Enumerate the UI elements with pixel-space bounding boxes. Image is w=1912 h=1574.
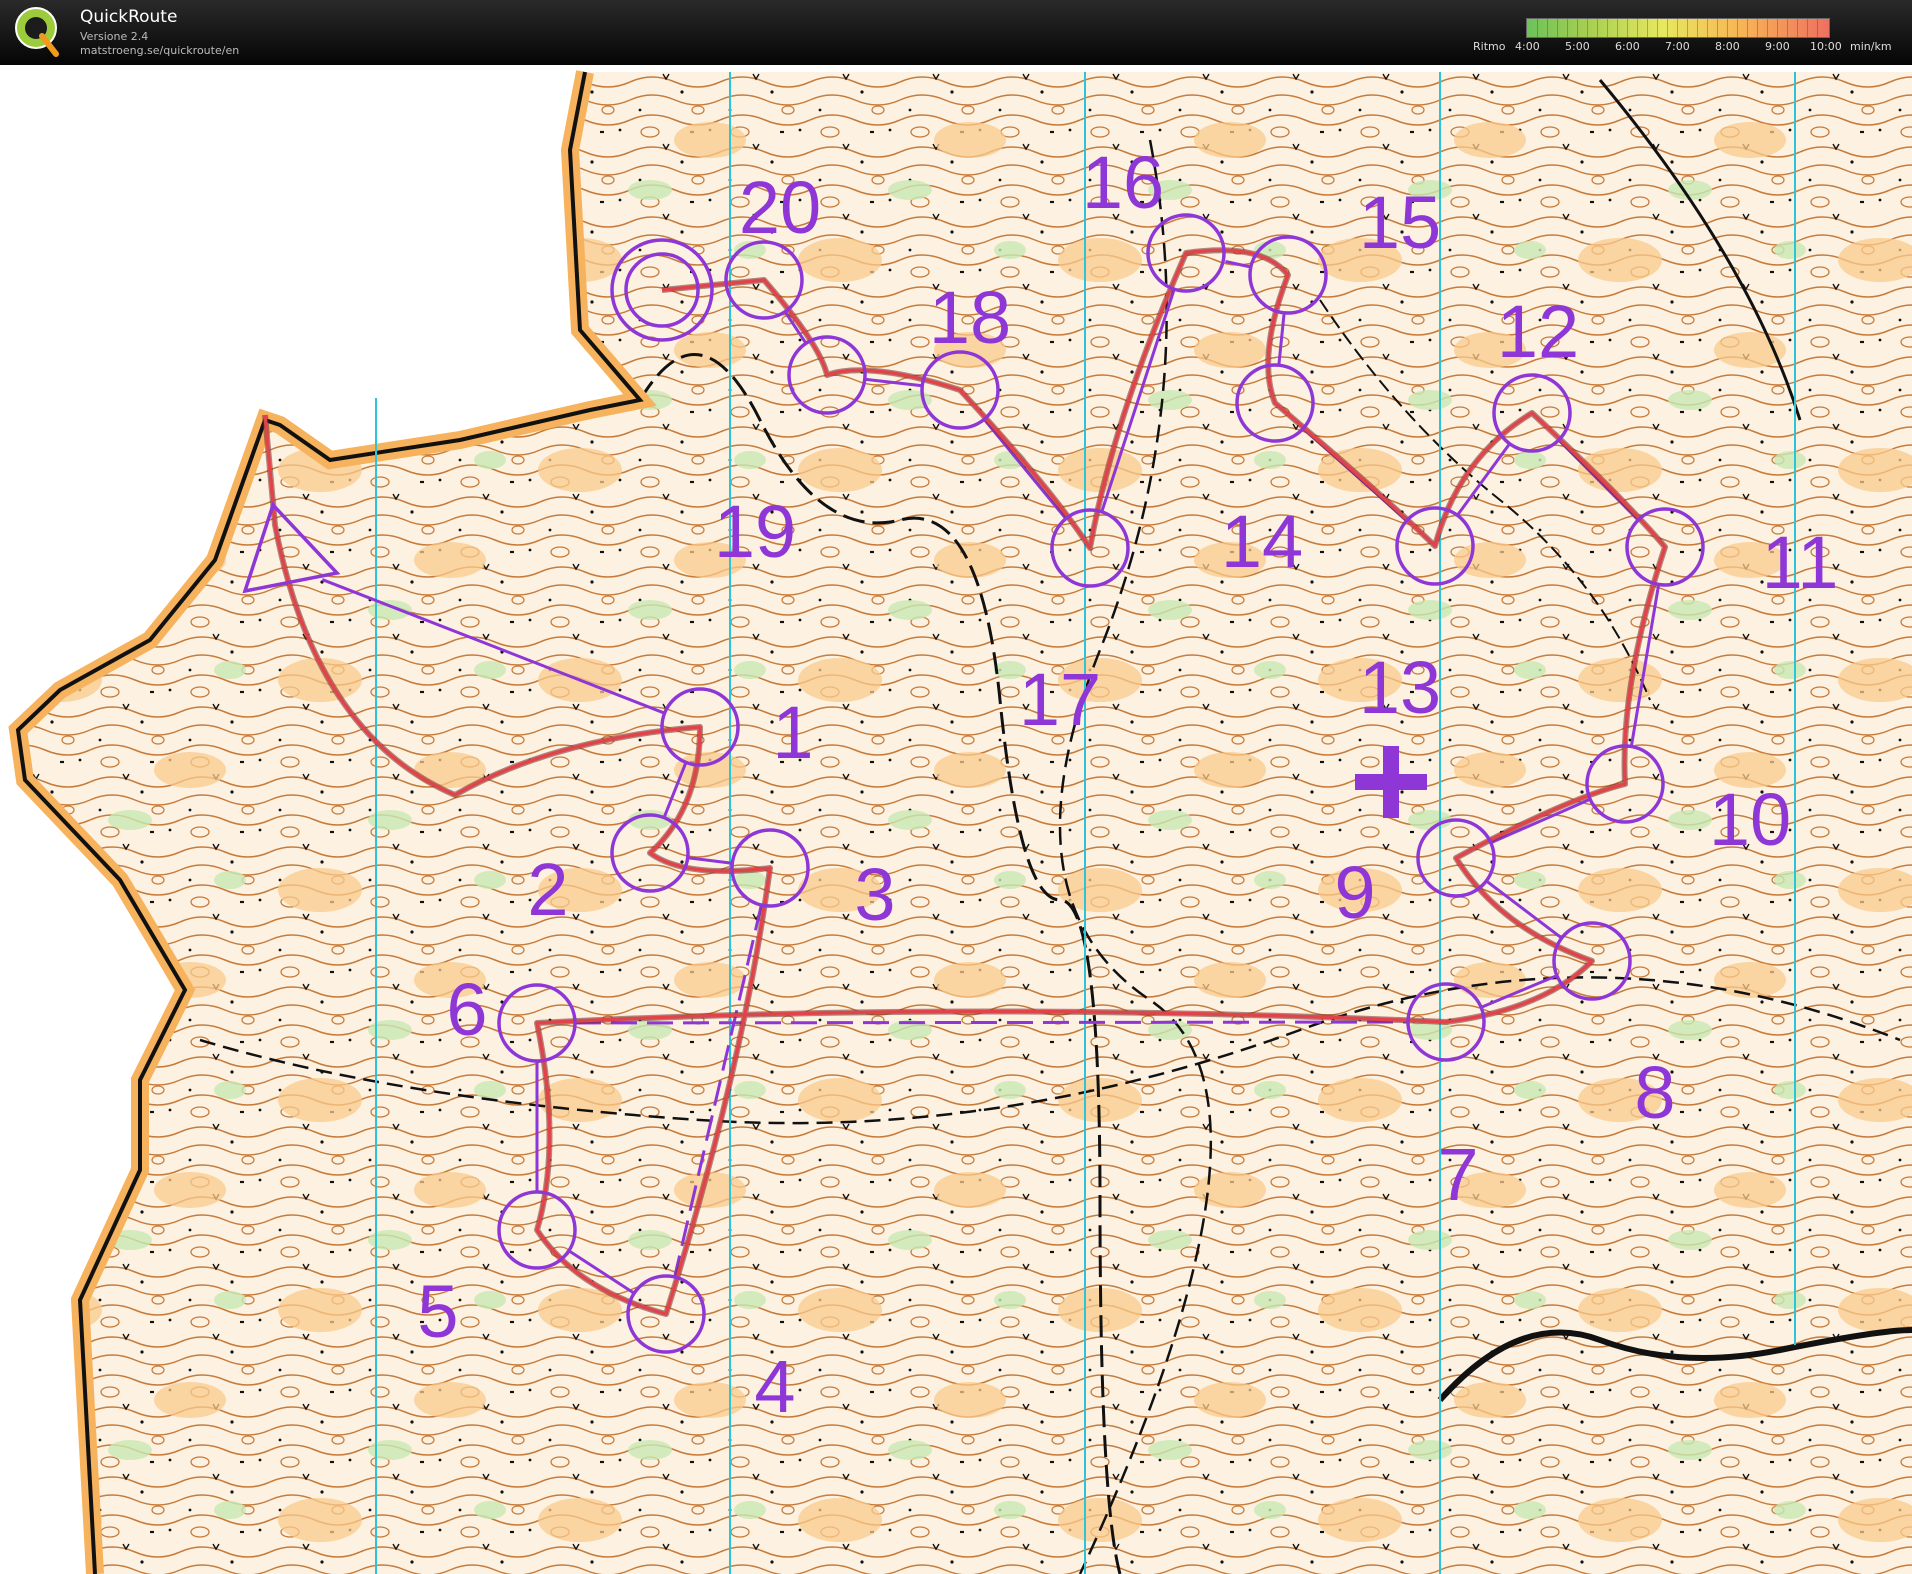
pace-tick	[1577, 19, 1578, 37]
pace-tick	[1687, 19, 1688, 37]
pace-label: 5:00	[1565, 40, 1590, 53]
control-number: 7	[1437, 1133, 1478, 1216]
app-url: matstroeng.se/quickroute/en	[80, 44, 240, 57]
pace-label: 7:00	[1665, 40, 1690, 53]
control-number: 11	[1762, 521, 1839, 604]
pace-label: 8:00	[1715, 40, 1740, 53]
pace-tick	[1777, 19, 1778, 37]
pace-tick	[1677, 19, 1678, 37]
pace-color-scale	[1526, 18, 1830, 38]
control-number: 4	[754, 1345, 795, 1428]
control-number: 10	[1709, 778, 1791, 861]
pace-tick	[1707, 19, 1708, 37]
quickroute-logo-icon	[15, 7, 59, 57]
pace-tick	[1597, 19, 1598, 37]
pace-label: 9:00	[1765, 40, 1790, 53]
pace-tick	[1737, 19, 1738, 37]
pace-legend-prefix: Ritmo	[1473, 40, 1506, 53]
orienteering-map[interactable]: 12 34567891011121314151617181920	[0, 65, 1912, 1574]
pace-tick	[1567, 19, 1568, 37]
pace-tick	[1667, 19, 1668, 37]
pace-tick	[1787, 19, 1788, 37]
course-leg	[574, 1020, 1409, 1025]
pace-tick	[1627, 19, 1628, 37]
control-number: 9	[1334, 851, 1375, 934]
app-header: QuickRoute Versione 2.4 matstroeng.se/qu…	[0, 0, 1912, 65]
control-number: 13	[1359, 646, 1441, 729]
pace-tick	[1647, 19, 1648, 37]
pace-tick	[1537, 19, 1538, 37]
control-number: 17	[1019, 658, 1101, 741]
control-number: 16	[1082, 141, 1164, 224]
control-number: 2	[527, 848, 568, 931]
pace-tick	[1547, 19, 1548, 37]
pace-tick	[1727, 19, 1728, 37]
pace-legend-unit: min/km	[1850, 40, 1892, 53]
pace-tick	[1757, 19, 1758, 37]
control-number: 18	[929, 276, 1011, 359]
control-number: 5	[417, 1270, 458, 1353]
control-number: 1	[772, 691, 813, 774]
pace-label: 6:00	[1615, 40, 1640, 53]
control-number: 15	[1359, 181, 1441, 264]
pace-tick	[1717, 19, 1718, 37]
app-version: Versione 2.4	[80, 30, 149, 43]
control-number: 3	[854, 853, 895, 936]
control-number: 12	[1497, 290, 1579, 373]
pace-tick	[1817, 19, 1818, 37]
control-number: 8	[1634, 1051, 1675, 1134]
control-number: 19	[714, 490, 796, 573]
control-number: 20	[739, 166, 821, 249]
pace-tick	[1697, 19, 1698, 37]
pace-tick	[1747, 19, 1748, 37]
control-number: 6	[446, 968, 487, 1051]
pace-label: 4:00	[1515, 40, 1540, 53]
pace-tick	[1767, 19, 1768, 37]
control-number: 14	[1221, 500, 1303, 583]
pace-tick	[1557, 19, 1558, 37]
pace-tick	[1637, 19, 1638, 37]
pace-tick	[1797, 19, 1798, 37]
pace-tick	[1807, 19, 1808, 37]
pace-tick	[1607, 19, 1608, 37]
pace-tick	[1617, 19, 1618, 37]
pace-tick	[1587, 19, 1588, 37]
pace-tick	[1657, 19, 1658, 37]
app-title: QuickRoute	[80, 7, 178, 27]
crossing-mark-horizontal	[1355, 774, 1427, 790]
pace-label: 10:00	[1810, 40, 1842, 53]
